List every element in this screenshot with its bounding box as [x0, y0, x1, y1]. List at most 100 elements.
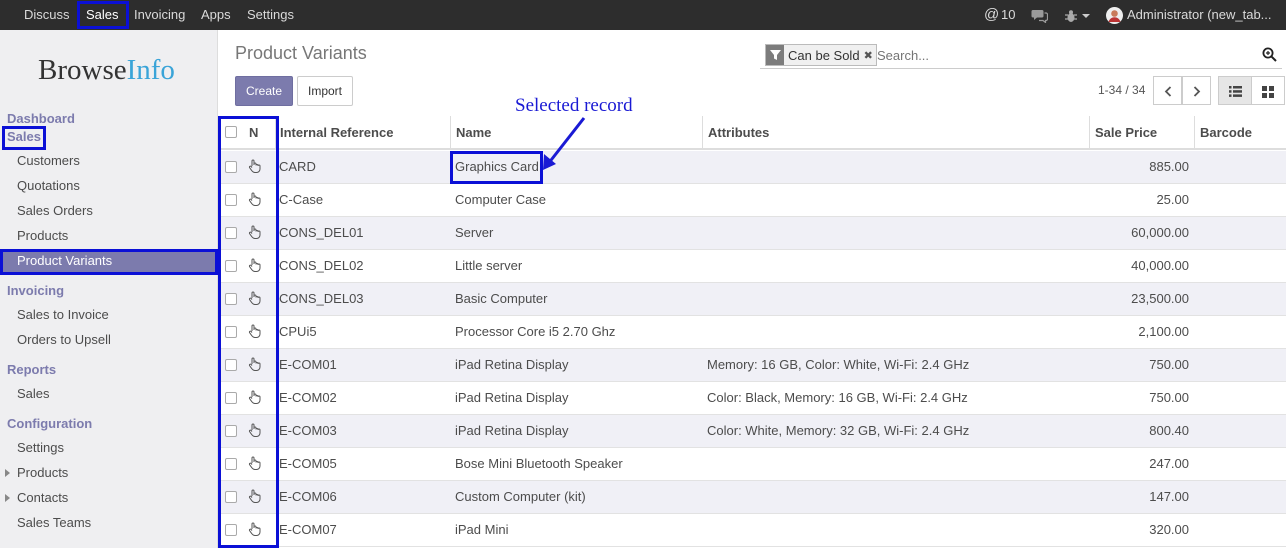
at-icon[interactable]: @ [984, 0, 999, 30]
cell-name: Custom Computer (kit) [455, 489, 586, 504]
column-header-barcode[interactable]: Barcode [1200, 116, 1252, 150]
user-menu[interactable]: Administrator (new_tab... [1127, 0, 1272, 30]
menu-discuss[interactable]: Discuss [24, 0, 70, 30]
sidebar-section-configuration: Configuration [7, 416, 93, 431]
table-row[interactable]: E-COM06 Custom Computer (kit) 147.00 [220, 481, 1286, 514]
filter-facet-label: Can be Sold [788, 47, 860, 63]
search-input[interactable] [877, 45, 1247, 65]
kanban-view-icon[interactable] [1251, 76, 1285, 105]
menu-settings[interactable]: Settings [247, 0, 294, 30]
pager-previous-icon[interactable] [1153, 76, 1182, 105]
sidebar-item-contacts[interactable]: Contacts [17, 490, 68, 505]
cell-internal-reference: CONS_DEL03 [279, 291, 364, 306]
cell-sale-price: 320.00 [1149, 522, 1189, 537]
cell-sale-price: 40,000.00 [1131, 258, 1189, 273]
sidebar: BrowseInfo Dashboard Sales Customers Quo… [0, 30, 218, 548]
cell-internal-reference: E-COM01 [279, 357, 337, 372]
cell-internal-reference: CARD [279, 159, 316, 174]
cell-internal-reference: E-COM02 [279, 390, 337, 405]
sidebar-item-products[interactable]: Products [17, 228, 68, 243]
remove-facet-icon[interactable]: ✖ [864, 49, 876, 62]
cell-name: Processor Core i5 2.70 Ghz [455, 324, 616, 339]
column-header-name[interactable]: Name [456, 116, 491, 150]
sidebar-item-quotations[interactable]: Quotations [17, 178, 80, 193]
table-row[interactable]: CONS_DEL02 Little server 40,000.00 [220, 250, 1286, 283]
top-navbar: Discuss Sales Invoicing Apps Settings @ … [0, 0, 1286, 30]
cell-sale-price: 25.00 [1156, 192, 1189, 207]
filter-icon [766, 45, 784, 65]
filter-facet[interactable]: Can be Sold ✖ [765, 44, 877, 66]
column-header-attributes[interactable]: Attributes [708, 116, 769, 150]
sidebar-section-reports: Reports [7, 362, 57, 377]
table-row[interactable]: E-COM01 iPad Retina Display Memory: 16 GB,… [220, 349, 1286, 382]
cell-sale-price: 60,000.00 [1131, 225, 1189, 240]
avatar[interactable] [1106, 0, 1123, 30]
list-view-icon[interactable] [1218, 76, 1252, 105]
sidebar-item-sales-teams[interactable]: Sales Teams [17, 515, 91, 530]
annotation-label: Selected record [515, 95, 633, 116]
menu-apps[interactable]: Apps [201, 0, 231, 30]
cell-name: Little server [455, 258, 523, 273]
sidebar-item-settings[interactable]: Settings [17, 440, 64, 455]
chevron-down-icon[interactable] [1082, 0, 1090, 30]
debug-bug-icon[interactable] [1064, 0, 1078, 30]
sidebar-item-sales-to-invoice[interactable]: Sales to Invoice [17, 307, 109, 322]
cell-attributes: Color: Black, Memory: 16 GB, Wi-Fi: 2.4 … [707, 390, 968, 405]
caret-right-icon[interactable] [5, 494, 10, 502]
cell-sale-price: 23,500.00 [1131, 291, 1189, 306]
cell-sale-price: 147.00 [1149, 489, 1189, 504]
caret-right-icon[interactable] [5, 469, 10, 477]
table-row[interactable]: CARD Graphics Card 885.00 [220, 151, 1286, 184]
menu-sales-highlight [77, 1, 129, 29]
cell-sale-price: 247.00 [1149, 456, 1189, 471]
mentions-count[interactable]: 10 [1001, 0, 1015, 30]
table-row[interactable]: E-COM03 iPad Retina Display Color: White, … [220, 415, 1286, 448]
cell-name: iPad Mini [455, 522, 509, 537]
table-row[interactable]: E-COM07 iPad Mini 320.00 [220, 514, 1286, 547]
chat-icon[interactable] [1031, 0, 1049, 30]
cell-attributes: Memory: 16 GB, Color: White, Wi-Fi: 2.4 … [707, 357, 970, 372]
cell-attributes: Color: White, Memory: 32 GB, Wi-Fi: 2.4 … [707, 423, 970, 438]
column-header-sale-price[interactable]: Sale Price [1095, 116, 1157, 150]
annotation-arrow-icon [543, 117, 586, 170]
cell-sale-price: 750.00 [1149, 357, 1189, 372]
pager-value[interactable]: 1-34 / 34 [1098, 83, 1145, 97]
cell-internal-reference: CONS_DEL01 [279, 225, 364, 240]
page-title: Product Variants [235, 43, 367, 63]
cell-name: Computer Case [455, 192, 547, 207]
search-icon[interactable] [1262, 47, 1277, 65]
sidebar-item-orders-to-upsell[interactable]: Orders to Upsell [17, 332, 111, 347]
table-row[interactable]: E-COM05 Bose Mini Bluetooth Speaker 247.00 [220, 448, 1286, 481]
sidebar-item-customers[interactable]: Customers [17, 153, 80, 168]
table-row[interactable]: E-COM02 iPad Retina Display Color: Black, … [220, 382, 1286, 415]
table-row[interactable]: CONS_DEL03 Basic Computer 23,500.00 [220, 283, 1286, 316]
cell-internal-reference: CPUi5 [279, 324, 317, 339]
column-header-internal-reference[interactable]: Internal Reference [280, 116, 393, 150]
cell-name: iPad Retina Display [455, 390, 569, 405]
sales-section-highlight [2, 126, 46, 150]
cell-internal-reference: E-COM07 [279, 522, 337, 537]
cell-sale-price: 800.40 [1149, 423, 1189, 438]
sidebar-dashboard[interactable]: Dashboard [7, 111, 75, 126]
cell-name: iPad Retina Display [455, 423, 569, 438]
cell-sale-price: 750.00 [1149, 390, 1189, 405]
table-row[interactable]: C-Case Computer Case 25.00 [220, 184, 1286, 217]
cell-internal-reference: C-Case [279, 192, 324, 207]
pager-next-icon[interactable] [1182, 76, 1211, 105]
cell-internal-reference: E-COM05 [279, 456, 337, 471]
cell-name: iPad Retina Display [455, 357, 569, 372]
brand-logo: BrowseInfo [38, 54, 175, 86]
cell-name: Bose Mini Bluetooth Speaker [455, 456, 623, 471]
product-variants-highlight [0, 249, 218, 275]
sidebar-item-sales-orders[interactable]: Sales Orders [17, 203, 93, 218]
table-row[interactable]: CPUi5 Processor Core i5 2.70 Ghz 2,100.00 [220, 316, 1286, 349]
handle-column-highlight [218, 116, 279, 548]
create-button[interactable]: Create [235, 76, 293, 106]
import-button[interactable]: Import [297, 76, 353, 106]
menu-invoicing[interactable]: Invoicing [134, 0, 185, 30]
cell-name: Server [455, 225, 494, 240]
sidebar-item-reports-sales[interactable]: Sales [17, 386, 50, 401]
sidebar-item-config-products[interactable]: Products [17, 465, 68, 480]
cell-internal-reference: CONS_DEL02 [279, 258, 364, 273]
table-row[interactable]: CONS_DEL01 Server 60,000.00 [220, 217, 1286, 250]
